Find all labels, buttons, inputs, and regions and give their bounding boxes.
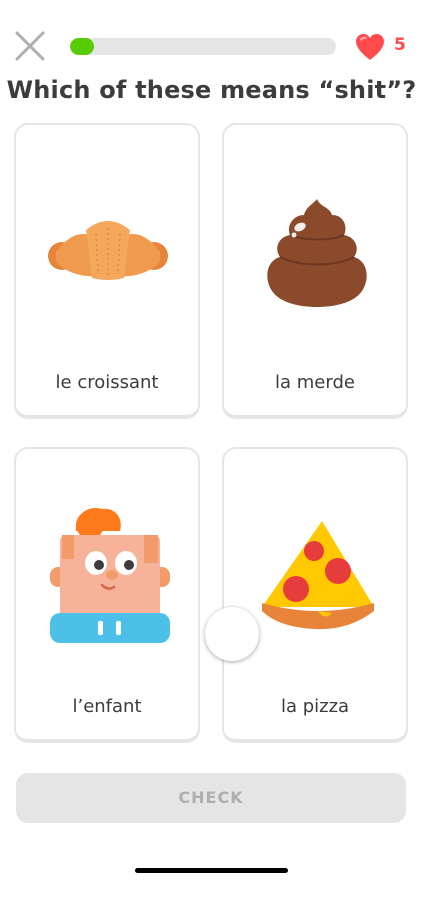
heart-icon: [356, 34, 384, 60]
home-indicator[interactable]: [135, 868, 288, 873]
option-label: la pizza: [280, 696, 350, 717]
croissant-icon: [48, 221, 168, 280]
option-card-poop[interactable]: la merde: [222, 123, 408, 419]
hearts-count: 5: [394, 35, 406, 55]
question-prompt: Which of these means “shit”?: [6, 76, 417, 104]
option-label: l’enfant: [72, 696, 142, 717]
option-label: la merde: [275, 372, 355, 393]
lesson-progress-bar: [70, 38, 336, 55]
option-label: le croissant: [55, 372, 159, 393]
child-icon: [50, 507, 170, 643]
poop-icon: [267, 199, 367, 307]
pizza-icon: [262, 521, 374, 630]
option-card-child[interactable]: l’enfant: [14, 447, 200, 743]
option-card-pizza[interactable]: la pizza: [222, 447, 408, 743]
option-card-croissant[interactable]: le croissant: [14, 123, 200, 419]
check-button[interactable]: CHECK: [16, 773, 406, 823]
touch-indicator: [205, 607, 259, 661]
progress-fill: [70, 38, 94, 55]
top-bar: 5: [0, 0, 423, 80]
close-icon[interactable]: [14, 30, 46, 62]
